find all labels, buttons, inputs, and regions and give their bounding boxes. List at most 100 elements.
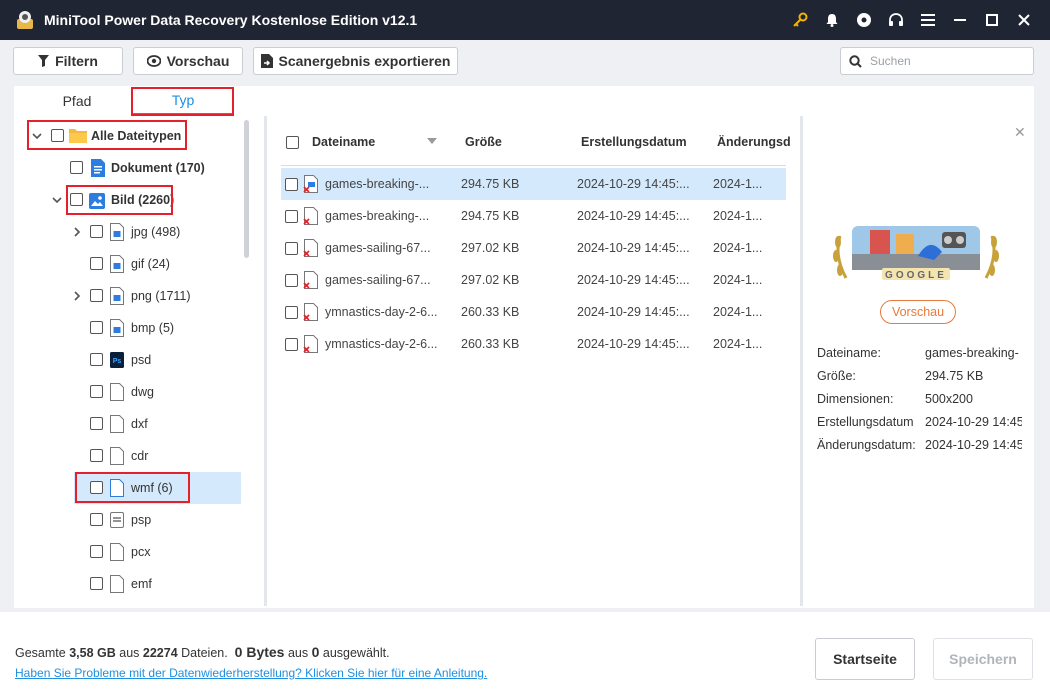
checkbox[interactable] [90, 353, 103, 366]
checkbox[interactable] [285, 306, 298, 319]
file-created: 2024-10-29 14:45:... [577, 209, 690, 223]
preview-thumbnail-button[interactable]: Vorschau [880, 300, 956, 324]
checkbox[interactable] [285, 338, 298, 351]
chevron-down-icon[interactable] [52, 195, 62, 205]
tree-item-png[interactable]: png (1711) [14, 280, 240, 312]
checkbox[interactable] [285, 274, 298, 287]
checkbox[interactable] [285, 178, 298, 191]
key-icon[interactable] [784, 0, 816, 40]
checkbox[interactable] [90, 225, 103, 238]
tree-item-psd[interactable]: Ps psd [14, 344, 240, 376]
tree-item-gif[interactable]: gif (24) [14, 248, 240, 280]
help-link[interactable]: Haben Sie Probleme mit der Datenwiederhe… [15, 666, 487, 680]
tree-item-pcx[interactable]: pcx [14, 536, 240, 568]
checkbox[interactable] [90, 449, 103, 462]
preview-divider[interactable] [800, 116, 803, 606]
select-all-checkbox[interactable] [286, 136, 299, 149]
file-created: 2024-10-29 14:45:... [577, 305, 690, 319]
tab-path[interactable]: Pfad [42, 86, 112, 116]
tree-item-jpg[interactable]: jpg (498) [14, 216, 240, 248]
close-preview-icon[interactable]: ✕ [1014, 124, 1026, 141]
checkbox[interactable] [90, 577, 103, 590]
tree-item-dxf[interactable]: dxf [14, 408, 240, 440]
blank-file-icon [110, 415, 124, 433]
file-row[interactable]: games-sailing-67... 297.02 KB 2024-10-29… [281, 264, 786, 296]
tree-item-emf[interactable]: emf [14, 568, 240, 600]
deleted-file-icon [303, 239, 318, 257]
minitool-logo-icon [17, 11, 33, 29]
info-created-value: 2024-10-29 14:45 [925, 415, 1022, 429]
search-input[interactable] [870, 54, 1020, 68]
tree-item-label: psd [131, 353, 152, 367]
checkbox[interactable] [70, 161, 83, 174]
panel-divider[interactable] [264, 116, 267, 606]
preview-button[interactable]: Vorschau [133, 47, 243, 75]
column-header-size[interactable]: Größe [465, 135, 502, 149]
maximize-icon[interactable] [976, 0, 1008, 40]
export-label: Scanergebnis exportieren [278, 53, 451, 69]
total-files: 22274 [142, 646, 178, 660]
image-file-icon [110, 255, 124, 273]
filter-button[interactable]: Filtern [13, 47, 123, 75]
checkbox[interactable] [90, 545, 103, 558]
psp-file-icon [110, 512, 124, 528]
highlight-box-image [66, 185, 173, 215]
file-modified: 2024-1... [713, 273, 763, 287]
checkbox[interactable] [90, 385, 103, 398]
minimize-icon[interactable] [944, 0, 976, 40]
headset-icon[interactable] [880, 0, 912, 40]
home-button[interactable]: Startseite [815, 638, 915, 680]
checkbox[interactable] [90, 513, 103, 526]
tree-item-cdr[interactable]: cdr [14, 440, 240, 472]
bell-icon[interactable] [816, 0, 848, 40]
column-header-created[interactable]: Erstellungsdatum [581, 135, 687, 149]
image-file-icon [110, 319, 124, 337]
file-row[interactable]: ymnastics-day-2-6... 260.33 KB 2024-10-2… [281, 296, 786, 328]
tree-item-dwg[interactable]: dwg [14, 376, 240, 408]
file-row[interactable]: games-sailing-67... 297.02 KB 2024-10-29… [281, 232, 786, 264]
tree-item-label: cdr [131, 449, 149, 463]
tree-item-label: gif (24) [131, 257, 170, 271]
sort-down-icon[interactable] [427, 138, 437, 144]
chevron-right-icon[interactable] [72, 291, 82, 301]
toolbar: Filtern Vorschau Scanergebnis exportiere… [0, 40, 1050, 82]
tree-item-bmp[interactable]: bmp (5) [14, 312, 240, 344]
checkbox[interactable] [90, 289, 103, 302]
column-header-name[interactable]: Dateiname [312, 135, 375, 149]
footer: Gesamte 3,58 GB aus 22274 Dateien. 0 Byt… [0, 612, 1050, 700]
search-box[interactable] [840, 47, 1034, 75]
file-name: games-breaking-... [325, 209, 430, 223]
checkbox[interactable] [90, 417, 103, 430]
file-row[interactable]: games-breaking-... 294.75 KB 2024-10-29 … [281, 168, 786, 200]
close-icon[interactable] [1008, 0, 1040, 40]
file-size: 297.02 KB [461, 241, 520, 255]
file-size: 294.75 KB [461, 177, 520, 191]
export-button[interactable]: Scanergebnis exportieren [253, 47, 458, 75]
search-icon [849, 54, 862, 68]
checkbox[interactable] [285, 210, 298, 223]
tree-item-label: png (1711) [131, 289, 191, 303]
deleted-file-icon [303, 207, 318, 225]
save-button[interactable]: Speichern [933, 638, 1033, 680]
checkbox[interactable] [90, 321, 103, 334]
tree-item-label: jpg (498) [131, 225, 181, 239]
stats-text: aus [287, 646, 309, 660]
selected-count: 0 [311, 644, 320, 660]
tree-scrollbar[interactable] [244, 120, 249, 258]
deleted-file-icon [303, 335, 318, 353]
stats-text: ausgewählt. [322, 646, 390, 660]
file-row[interactable]: ymnastics-day-2-6... 260.33 KB 2024-10-2… [281, 328, 786, 360]
column-header-modified[interactable]: Änderungsd [717, 135, 791, 149]
menu-icon[interactable] [912, 0, 944, 40]
tree-item-label: emf [131, 577, 152, 591]
file-modified: 2024-1... [713, 209, 763, 223]
chevron-right-icon[interactable] [72, 227, 82, 237]
disc-icon[interactable] [848, 0, 880, 40]
checkbox[interactable] [285, 242, 298, 255]
checkbox[interactable] [90, 257, 103, 270]
file-row[interactable]: games-breaking-... 294.75 KB 2024-10-29 … [281, 200, 786, 232]
tree-item-document[interactable]: Dokument (170) [14, 152, 240, 184]
highlight-box-type-tab [131, 87, 234, 116]
tree-item-psp[interactable]: psp [14, 504, 240, 536]
info-size-label: Größe: [817, 369, 856, 383]
